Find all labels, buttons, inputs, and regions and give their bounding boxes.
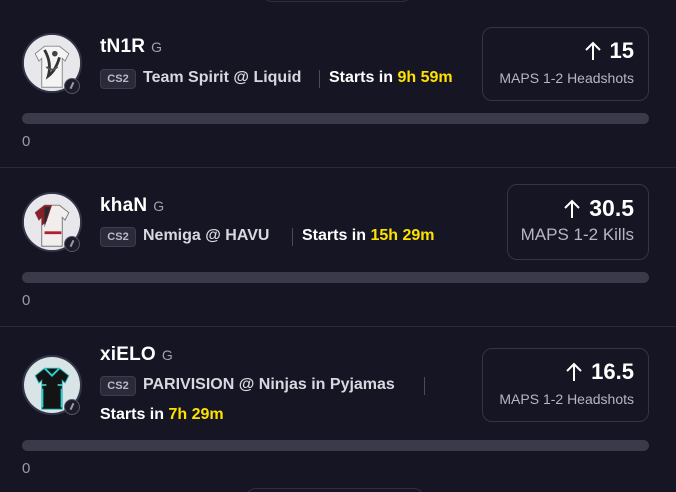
starts-time: 9h 59m bbox=[397, 69, 453, 86]
projection-box[interactable]: 15 MAPS 1-2 Headshots bbox=[482, 27, 649, 101]
arrow-up-icon bbox=[584, 41, 601, 60]
sport-badge-icon bbox=[64, 78, 80, 94]
progress-bar bbox=[22, 272, 649, 283]
starts-label: Starts in bbox=[329, 69, 394, 86]
line-value: 16.5 bbox=[591, 359, 634, 384]
projection-box[interactable]: 30.5 MAPS 1-2 Kills bbox=[507, 184, 649, 260]
line-value: 15 bbox=[609, 38, 634, 63]
starts-label: Starts in bbox=[302, 227, 367, 244]
stat-type: MAPS 1-2 Headshots bbox=[499, 391, 634, 407]
player-name[interactable]: khaN G bbox=[100, 195, 164, 217]
projection-line: 30.5 bbox=[563, 195, 634, 222]
player-name-text[interactable]: xiELO bbox=[100, 344, 156, 365]
projection-line: 16.5 bbox=[565, 359, 634, 385]
props-list: tN1R G CS2 Team Spirit @ Liquid Starts in… bbox=[0, 0, 676, 492]
progress-count: 0 bbox=[22, 133, 31, 150]
player-name[interactable]: xiELO G bbox=[100, 344, 173, 366]
progress-bar bbox=[22, 440, 649, 451]
arrow-up-icon bbox=[566, 362, 582, 381]
starts-time: 15h 29m bbox=[370, 227, 435, 244]
stat-type: MAPS 1-2 Kills bbox=[520, 225, 634, 244]
start-time: Starts in 7h 29m bbox=[100, 406, 224, 424]
line-value: 30.5 bbox=[589, 195, 634, 221]
game-badge: CS2 bbox=[100, 69, 136, 89]
sport-badge-icon bbox=[64, 236, 80, 252]
sport-badge-icon bbox=[64, 399, 80, 415]
start-time: Starts in 15h 29m bbox=[302, 227, 435, 245]
matchup: PARIVISION @ Ninjas in Pyjamas bbox=[143, 376, 395, 393]
arrow-up-icon bbox=[564, 199, 580, 218]
start-time: Starts in 9h 59m bbox=[329, 69, 453, 87]
prop-card-tn1r[interactable]: tN1R G CS2 Team Spirit @ Liquid Starts in… bbox=[0, 0, 676, 167]
divider bbox=[292, 228, 293, 246]
progress-count: 0 bbox=[22, 460, 31, 477]
prop-card-khan[interactable]: khaN G CS2 Nemiga @ HAVU Starts in 15h 29… bbox=[0, 167, 676, 326]
bottom-tab[interactable] bbox=[246, 488, 424, 492]
divider bbox=[424, 377, 425, 395]
game-badge: CS2 bbox=[100, 227, 136, 247]
position-tag: G bbox=[153, 198, 165, 214]
starts-label: Starts in bbox=[100, 406, 165, 423]
matchup: Nemiga @ HAVU bbox=[143, 227, 270, 244]
projection-box[interactable]: 16.5 MAPS 1-2 Headshots bbox=[482, 348, 649, 422]
projection-line: 15 bbox=[584, 38, 634, 64]
player-name-text[interactable]: khaN bbox=[100, 195, 147, 216]
game-badge: CS2 bbox=[100, 376, 136, 396]
divider bbox=[319, 70, 320, 88]
player-name[interactable]: tN1R G bbox=[100, 36, 162, 58]
starts-time: 7h 29m bbox=[168, 406, 224, 423]
prop-card-xielo[interactable]: xiELO G CS2 PARIVISION @ Ninjas in Pyjama… bbox=[0, 326, 676, 492]
position-tag: G bbox=[151, 39, 163, 55]
stat-type: MAPS 1-2 Headshots bbox=[499, 70, 634, 86]
progress-count: 0 bbox=[22, 292, 31, 309]
position-tag: G bbox=[161, 347, 173, 363]
player-name-text[interactable]: tN1R bbox=[100, 36, 145, 57]
progress-bar bbox=[22, 113, 649, 124]
matchup: Team Spirit @ Liquid bbox=[143, 69, 302, 86]
